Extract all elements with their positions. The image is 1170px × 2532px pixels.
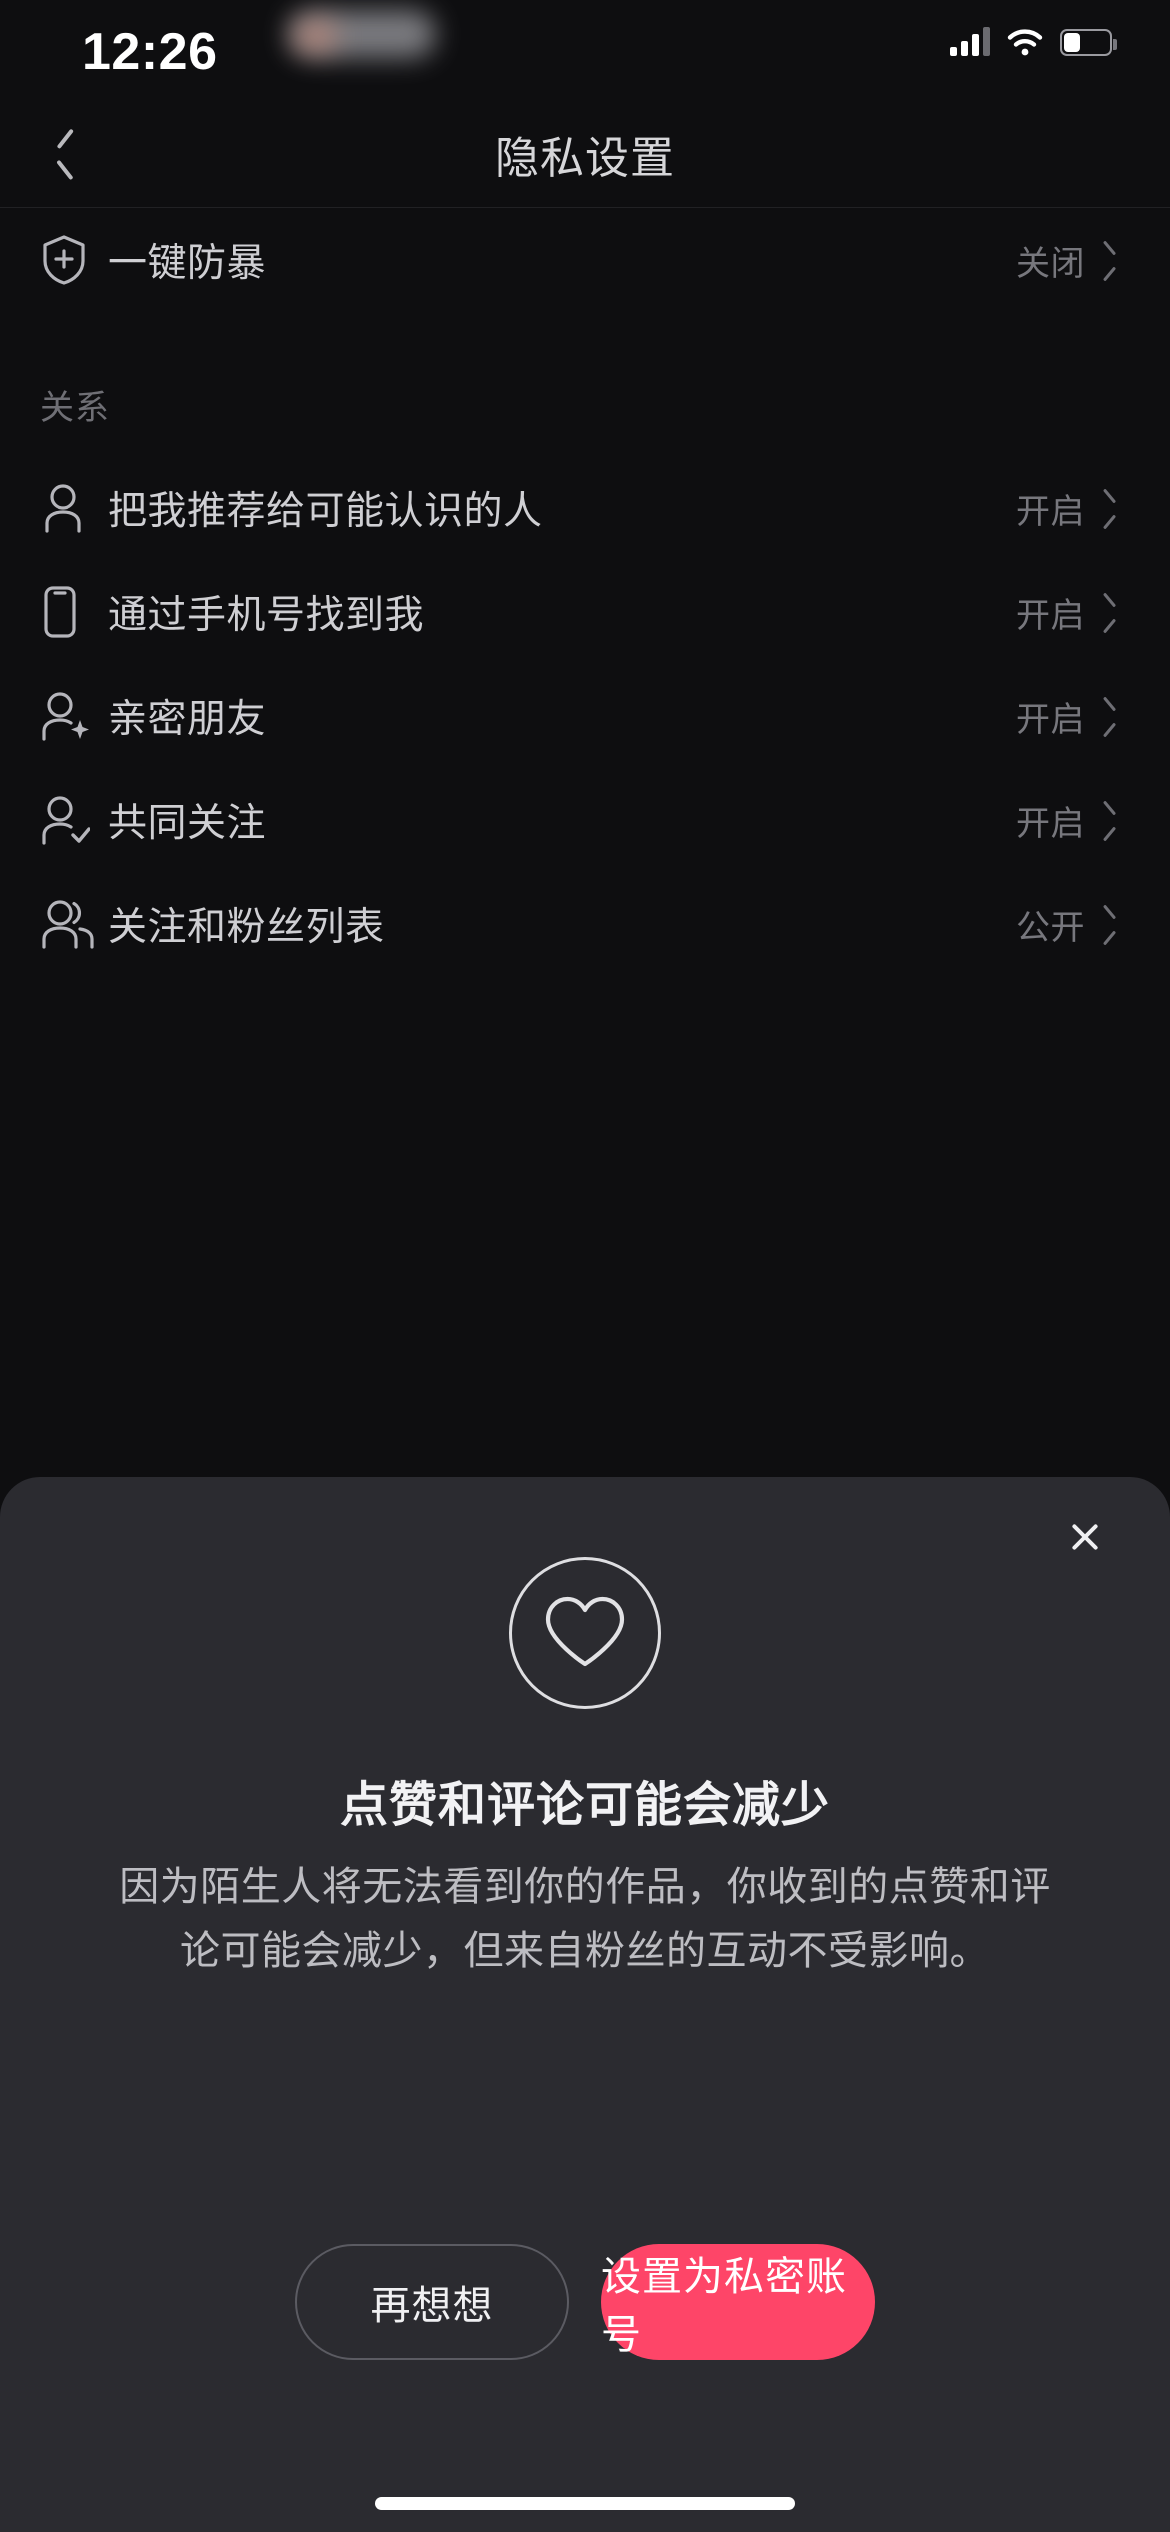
settings-row-value: 开启	[1016, 700, 1085, 739]
settings-row-label: 通过手机号找到我	[108, 594, 425, 637]
section-header-relationships: 关系	[40, 388, 110, 427]
settings-row-close-friends[interactable]: 亲密朋友 开启	[0, 664, 1170, 768]
chevron-right-icon	[1103, 703, 1118, 729]
person-check-icon	[40, 794, 108, 846]
dynamic-island-tint	[296, 22, 336, 50]
settings-row-anti-violence[interactable]: 一键防暴 关闭	[0, 208, 1170, 312]
private-account-confirm-sheet: 点赞和评论可能会减少 因为陌生人将无法看到你的作品，你收到的点赞和评论可能会减少…	[0, 1477, 1170, 2532]
chevron-right-icon	[1103, 911, 1118, 937]
person-icon	[40, 482, 108, 534]
settings-row-value: 开启	[1016, 596, 1085, 635]
sheet-description: 因为陌生人将无法看到你的作品，你收到的点赞和评论可能会减少，但来自粉丝的互动不受…	[119, 1865, 1051, 1973]
heart-outline-icon	[509, 1557, 661, 1709]
settings-row-value: 公开	[1016, 908, 1085, 947]
navigation-bar: 隐私设置	[0, 100, 1170, 208]
settings-row-value: 开启	[1016, 492, 1085, 531]
settings-row-value: 开启	[1016, 804, 1085, 843]
chevron-right-icon	[1103, 495, 1118, 521]
phone-screen: 12:26 隐私设置 一键防暴 关闭 关系 把我推荐给可能认识的人 开启 通过手…	[0, 0, 1170, 2532]
chevron-right-icon	[1103, 247, 1118, 273]
cellular-signal-icon	[950, 26, 990, 56]
set-private-account-button[interactable]: 设置为私密账号	[601, 2244, 875, 2360]
shield-plus-icon	[40, 234, 108, 286]
chevron-right-icon	[1103, 807, 1118, 833]
wifi-icon	[1007, 28, 1043, 56]
page-title: 隐私设置	[495, 134, 675, 183]
phone-icon	[40, 585, 108, 639]
settings-row-label: 关注和粉丝列表	[108, 906, 385, 949]
settings-row-value: 关闭	[1016, 244, 1085, 283]
settings-row-following-followers[interactable]: 关注和粉丝列表 公开	[0, 872, 1170, 976]
settings-row-find-by-phone[interactable]: 通过手机号找到我 开启	[0, 560, 1170, 664]
settings-row-label: 一键防暴	[108, 242, 267, 285]
status-bar: 12:26	[0, 0, 1170, 100]
settings-row-label: 共同关注	[108, 802, 267, 845]
people-group-icon	[40, 898, 108, 950]
settings-list: 一键防暴 关闭 关系 把我推荐给可能认识的人 开启 通过手机号找到我 开启 亲密…	[0, 208, 1170, 976]
settings-row-label: 亲密朋友	[108, 698, 267, 741]
settings-row-mutual-follows[interactable]: 共同关注 开启	[0, 768, 1170, 872]
person-star-icon	[40, 690, 108, 742]
chevron-right-icon	[1103, 599, 1118, 625]
hero-icon-wrap	[0, 1557, 1170, 1709]
status-bar-indicators	[950, 26, 1117, 56]
sheet-action-row: 再想想 设置为私密账号	[0, 2244, 1170, 2360]
sheet-title: 点赞和评论可能会减少	[339, 1779, 830, 1832]
battery-icon	[1060, 29, 1117, 56]
status-bar-time: 12:26	[82, 23, 218, 81]
settings-row-recommend-me[interactable]: 把我推荐给可能认识的人 开启	[0, 456, 1170, 560]
home-indicator[interactable]	[375, 2497, 795, 2510]
close-icon	[1068, 1520, 1102, 1554]
settings-row-label: 把我推荐给可能认识的人	[108, 490, 543, 533]
reconsider-button[interactable]: 再想想	[295, 2244, 569, 2360]
